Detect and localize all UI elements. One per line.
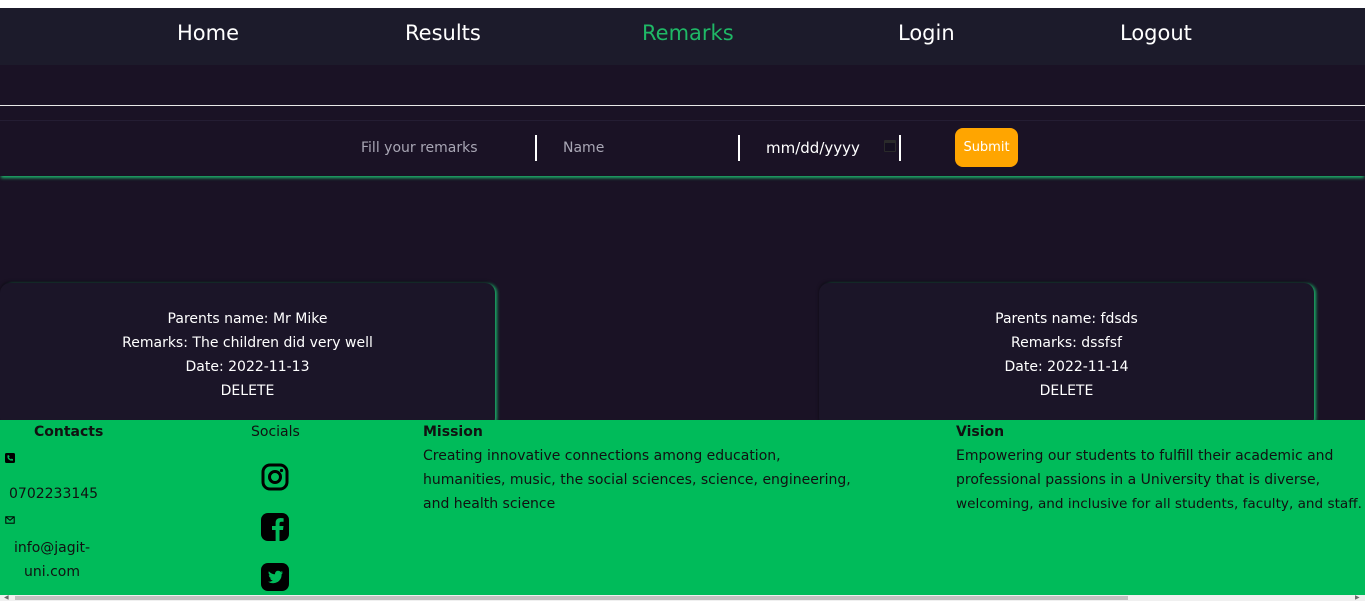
footer: Contacts 0702233145 info@jagit- uni.com … bbox=[0, 420, 1365, 595]
nav-logout[interactable]: Logout bbox=[1120, 21, 1192, 45]
nav-remarks[interactable]: Remarks bbox=[642, 21, 734, 45]
card-remarks: Remarks: dssfsf bbox=[1011, 335, 1122, 351]
card-remarks: Remarks: The children did very well bbox=[122, 335, 373, 351]
divider bbox=[0, 105, 1365, 106]
facebook-icon[interactable] bbox=[261, 513, 289, 541]
remarks-input[interactable] bbox=[352, 135, 532, 161]
date-input[interactable]: mm/dd/yyyy bbox=[766, 135, 898, 161]
card-date: Date: 2022-11-14 bbox=[1004, 359, 1129, 375]
name-input[interactable] bbox=[555, 135, 735, 161]
card-parent-name: Parents name: Mr Mike bbox=[167, 311, 328, 327]
delete-button[interactable]: DELETE bbox=[819, 379, 1314, 403]
contacts-heading: Contacts bbox=[34, 424, 104, 440]
phone-number[interactable]: 0702233145 bbox=[9, 482, 98, 506]
remark-card: Parents name: Mr Mike Remarks: The child… bbox=[0, 283, 495, 428]
envelope-icon bbox=[5, 516, 15, 524]
instagram-icon[interactable] bbox=[261, 463, 289, 491]
field-separator bbox=[535, 135, 537, 161]
submit-button[interactable]: Submit bbox=[955, 128, 1018, 167]
vision-line-1: Empowering our students to fulfill their… bbox=[956, 448, 1334, 464]
email-line-2[interactable]: uni.com bbox=[24, 560, 80, 584]
nav-login[interactable]: Login bbox=[898, 21, 955, 45]
scroll-left-arrow-icon[interactable]: ◀ bbox=[4, 595, 9, 601]
email-line-1[interactable]: info@jagit- bbox=[14, 536, 90, 560]
navbar: Home Results Remarks Login Logout bbox=[0, 8, 1365, 65]
mission-heading: Mission bbox=[423, 424, 483, 440]
remark-card: Parents name: fdsds Remarks: dssfsf Date… bbox=[819, 283, 1314, 428]
field-separator bbox=[899, 135, 901, 161]
field-separator bbox=[738, 135, 740, 161]
scroll-right-arrow-icon[interactable]: ▶ bbox=[1355, 595, 1360, 601]
mission-line-2: humanities, music, the social sciences, … bbox=[423, 472, 851, 488]
calendar-icon[interactable] bbox=[884, 140, 896, 152]
phone-icon bbox=[5, 453, 15, 463]
mission-line-3: and health science bbox=[423, 496, 556, 512]
nav-home[interactable]: Home bbox=[177, 21, 239, 45]
card-date: Date: 2022-11-13 bbox=[185, 359, 310, 375]
remarks-form: mm/dd/yyyy Submit bbox=[0, 120, 1365, 176]
vision-line-2: professional passions in a University th… bbox=[956, 472, 1321, 488]
horizontal-scrollbar[interactable]: ◀ ▶ bbox=[0, 595, 1365, 601]
scrollbar-thumb[interactable] bbox=[15, 596, 1128, 600]
card-parent-name: Parents name: fdsds bbox=[995, 311, 1138, 327]
delete-button[interactable]: DELETE bbox=[0, 379, 495, 403]
vision-line-3: welcoming, and inclusive for all student… bbox=[956, 496, 1362, 512]
mission-line-1: Creating innovative connections among ed… bbox=[423, 448, 781, 464]
page: Home Results Remarks Login Logout mm/dd/… bbox=[0, 8, 1365, 595]
socials-heading: Socials bbox=[251, 424, 300, 440]
nav-results[interactable]: Results bbox=[405, 21, 481, 45]
vision-heading: Vision bbox=[956, 424, 1005, 440]
twitter-icon[interactable] bbox=[261, 563, 289, 591]
